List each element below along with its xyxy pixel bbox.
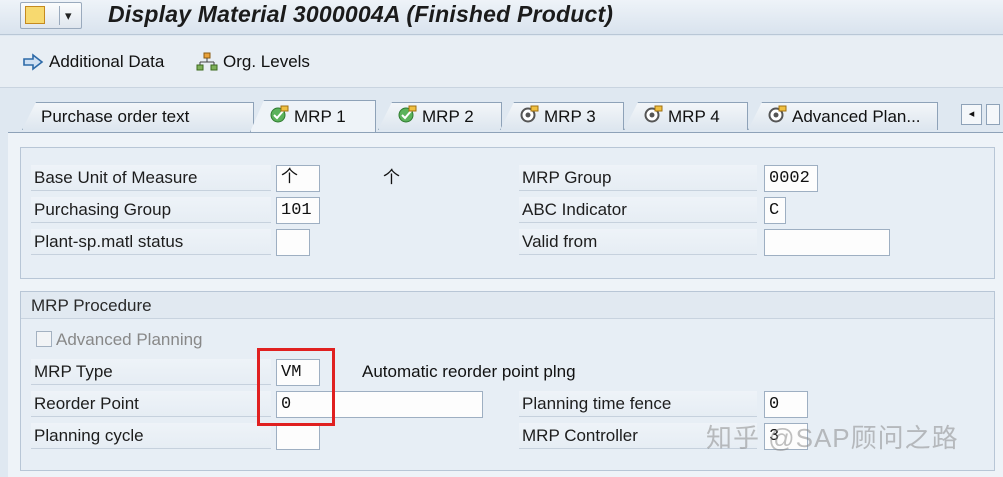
window-title: Display Material 3000004A (Finished Prod… [108, 1, 614, 27]
purchasing-group-label: Purchasing Group [31, 197, 271, 223]
purchasing-group-field[interactable]: 101 [276, 197, 320, 224]
tab-label: MRP 3 [544, 106, 596, 126]
menu-icon [25, 6, 45, 24]
tab-label: MRP 1 [294, 106, 346, 126]
mrp-procedure-title: MRP Procedure [21, 292, 994, 319]
plant-status-label: Plant-sp.matl status [31, 229, 271, 255]
tab-mrp-3[interactable]: MRP 3 [500, 102, 624, 130]
menu-separator [59, 6, 60, 25]
watermark-text: 知乎 @SAP顾问之路 [706, 423, 959, 453]
tab-mrp-2[interactable]: MRP 2 [378, 102, 502, 130]
application-toolbar: Additional Data Org. Levels [0, 36, 1003, 88]
mrp-type-description: Automatic reorder point plng [362, 362, 576, 381]
tab-scroll-right-button[interactable] [986, 104, 1000, 125]
org-structure-icon [196, 52, 218, 71]
gear-icon [643, 105, 663, 128]
check-icon [397, 105, 417, 128]
advanced-planning-label: Advanced Planning [56, 330, 203, 349]
system-menu-button[interactable]: ▾ [20, 2, 82, 29]
planning-cycle-label: Planning cycle [31, 423, 271, 449]
additional-data-button[interactable]: Additional Data [22, 50, 164, 74]
base-uom-field[interactable]: 个 [276, 165, 320, 192]
org-levels-label: Org. Levels [223, 52, 310, 71]
org-levels-button[interactable]: Org. Levels [196, 50, 310, 74]
tab-advanced-planning[interactable]: Advanced Plan... [748, 102, 938, 130]
planning-time-fence-field[interactable]: 0 [764, 391, 808, 418]
gear-icon [767, 105, 787, 128]
chevron-down-icon[interactable]: ▾ [65, 8, 72, 24]
highlight-annotation [257, 348, 335, 426]
base-uom-label: Base Unit of Measure [31, 165, 271, 191]
tab-mrp-4[interactable]: MRP 4 [624, 102, 748, 130]
arrow-right-icon [23, 53, 44, 71]
tab-label: Advanced Plan... [792, 106, 921, 126]
advanced-planning-checkbox[interactable] [36, 331, 52, 347]
tab-purchase-order-text[interactable]: Purchase order text [22, 102, 254, 130]
mrp-type-label: MRP Type [31, 359, 271, 385]
planning-time-fence-label: Planning time fence [519, 391, 757, 417]
mrp-group-label: MRP Group [519, 165, 757, 191]
planning-cycle-field[interactable] [276, 423, 320, 450]
mrp-group-field[interactable]: 0002 [764, 165, 818, 192]
tab-strip: Purchase order text MRP 1 MRP 2 MRP 3 MR… [0, 98, 1003, 132]
additional-data-label: Additional Data [49, 52, 165, 71]
tab-scroll-left-button[interactable]: ◂ [961, 104, 982, 125]
general-data-group: Base Unit of Measure 个 个 MRP Group 0002 … [20, 147, 995, 279]
abc-indicator-label: ABC Indicator [519, 197, 757, 223]
base-uom-text: 个 [383, 168, 400, 187]
valid-from-label: Valid from [519, 229, 757, 255]
tab-label: MRP 2 [422, 106, 474, 126]
plant-status-field[interactable] [276, 229, 310, 256]
gear-icon [519, 105, 539, 128]
tab-label: MRP 4 [668, 106, 720, 126]
valid-from-field[interactable] [764, 229, 890, 256]
tab-mrp-1[interactable]: MRP 1 [250, 100, 376, 132]
check-icon [269, 105, 289, 128]
tab-label: Purchase order text [41, 106, 190, 126]
abc-indicator-field[interactable]: C [764, 197, 786, 224]
reorder-point-label: Reorder Point [31, 391, 271, 417]
title-bar: ▾ Display Material 3000004A (Finished Pr… [0, 0, 1003, 35]
